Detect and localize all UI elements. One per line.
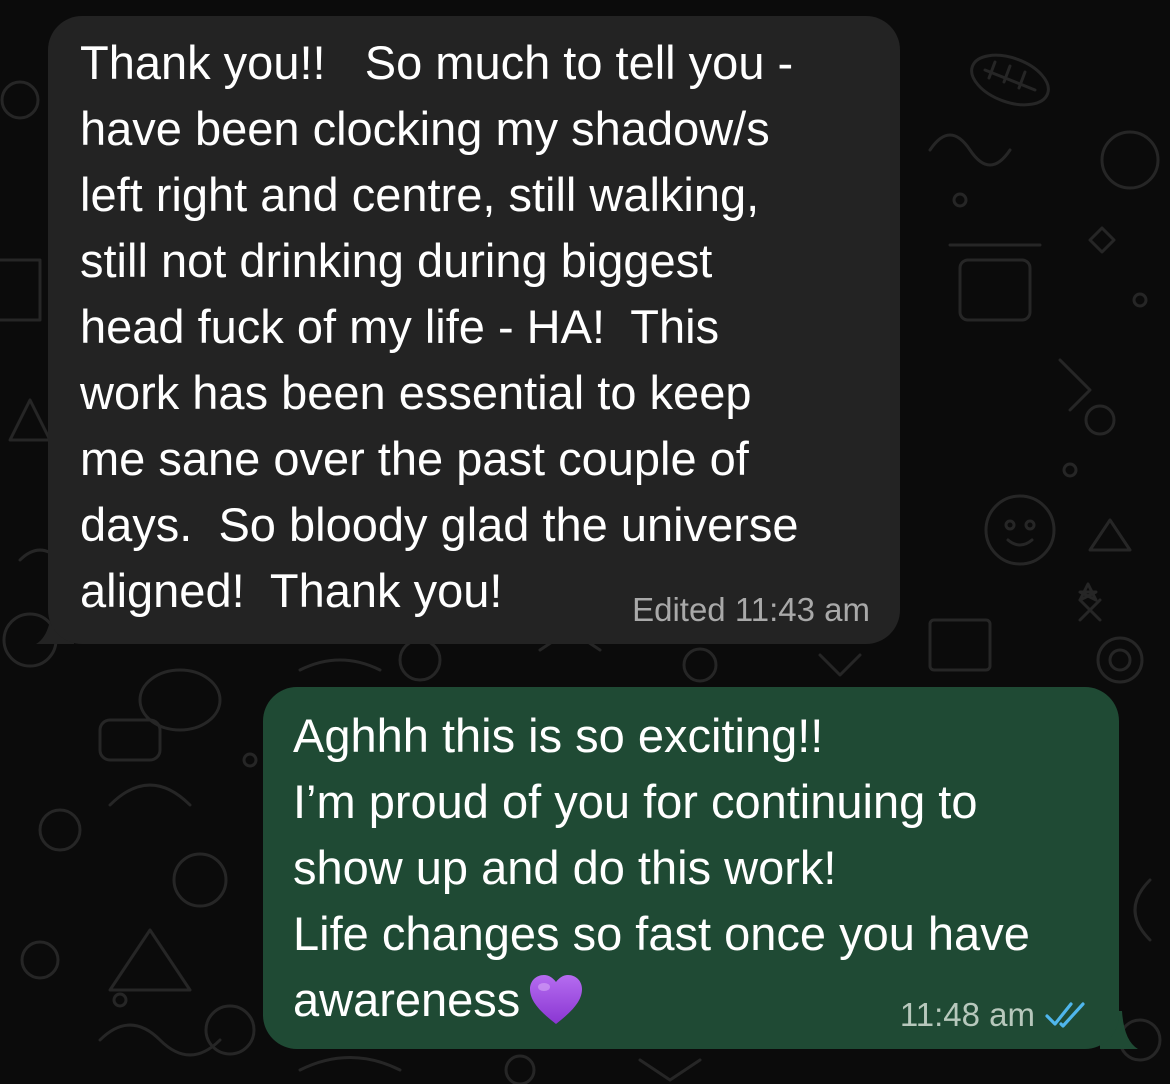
message-line: show up and do this work! bbox=[293, 841, 837, 894]
incoming-message-bubble[interactable]: Thank you!! So much to tell you - have b… bbox=[48, 16, 900, 644]
message-line: me sane over the past couple of bbox=[80, 432, 749, 485]
message-line: have been clocking my shadow/s bbox=[80, 102, 770, 155]
chat-conversation: Thank you!! So much to tell you - have b… bbox=[0, 0, 1170, 1084]
incoming-message-meta: Edited 11:43 am bbox=[632, 592, 870, 628]
message-line-text: awareness bbox=[293, 973, 521, 1026]
purple-heart-icon bbox=[528, 974, 584, 1043]
message-line: head fuck of my life - HA! This bbox=[80, 300, 720, 353]
message-line: left right and centre, still walking, bbox=[80, 168, 760, 221]
message-line: days. So bloody glad the universe bbox=[80, 498, 799, 551]
read-double-tick-icon bbox=[1045, 1000, 1089, 1030]
message-line: Life changes so fast once you have bbox=[293, 907, 1030, 960]
message-line: Aghhh this is so exciting!! bbox=[293, 709, 824, 762]
outgoing-message-bubble[interactable]: Aghhh this is so exciting!! I’m proud of… bbox=[263, 687, 1119, 1049]
message-time: 11:48 am bbox=[899, 996, 1035, 1033]
message-line: I’m proud of you for continuing to bbox=[293, 775, 978, 828]
message-line: still not drinking during biggest bbox=[80, 234, 713, 287]
edited-label: Edited bbox=[632, 591, 726, 628]
message-line: work has been essential to keep bbox=[80, 366, 752, 419]
message-time: 11:43 am bbox=[734, 591, 870, 628]
message-line: Thank you!! So much to tell you - bbox=[80, 36, 794, 89]
outgoing-message-text: Aghhh this is so exciting!! I’m proud of… bbox=[293, 703, 1089, 1043]
incoming-message-text: Thank you!! So much to tell you - have b… bbox=[80, 30, 870, 624]
outgoing-message-meta: 11:48 am bbox=[900, 997, 1089, 1033]
